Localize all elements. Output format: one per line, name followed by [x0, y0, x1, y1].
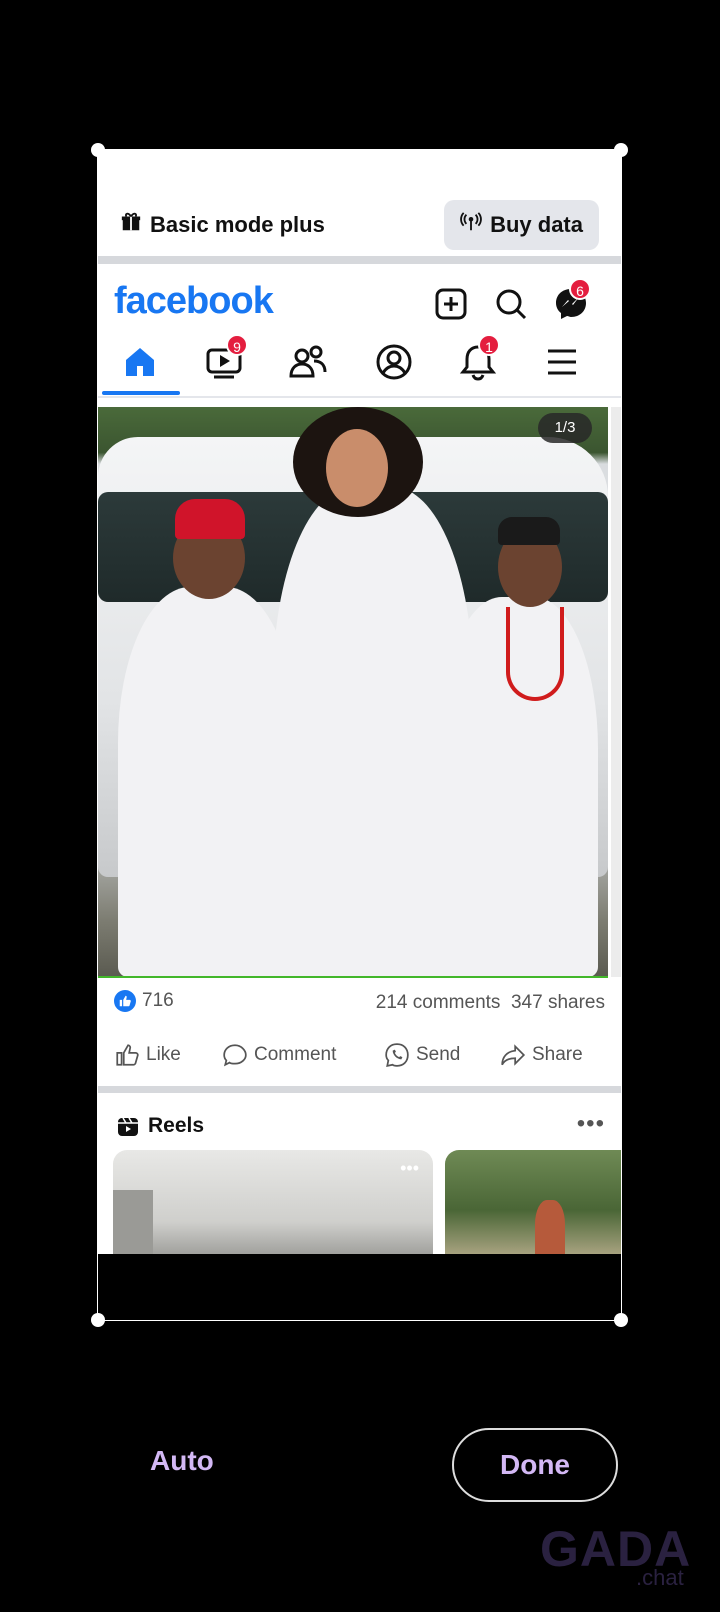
watermark-sub: .chat — [636, 1565, 684, 1590]
crop-handle-top-left[interactable] — [91, 143, 105, 157]
done-button[interactable]: Done — [452, 1428, 618, 1502]
crop-handle-top-right[interactable] — [614, 143, 628, 157]
auto-button[interactable]: Auto — [150, 1445, 214, 1477]
crop-frame[interactable] — [97, 149, 622, 1321]
crop-handle-bottom-right[interactable] — [614, 1313, 628, 1327]
crop-handle-bottom-left[interactable] — [91, 1313, 105, 1327]
